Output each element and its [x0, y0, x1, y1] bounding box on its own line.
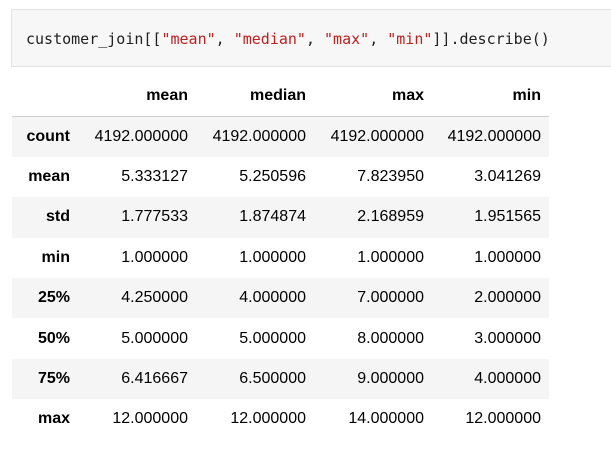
code-token-op: , [305, 30, 325, 48]
row-index-label: min [41, 248, 70, 266]
table-cell: 6.416667 [121, 369, 188, 387]
row-index-label: count [26, 127, 70, 145]
code-token-str: "min" [387, 30, 433, 48]
column-header: min [432, 76, 549, 117]
table-cell: 7.823950 [357, 167, 424, 185]
code-line: customer_join[["mean", "median", "max", … [26, 29, 550, 49]
table-cell: 12.000000 [465, 410, 541, 428]
table-cell: 1.000000 [474, 248, 541, 266]
table-cell: 1.000000 [357, 248, 424, 266]
table-cell: 1.874874 [239, 208, 306, 226]
table-cell: 8.000000 [357, 329, 424, 347]
code-cell[interactable]: customer_join[["mean", "median", "max", … [11, 9, 611, 67]
code-token-op: , [215, 30, 234, 48]
table-row: 50% 5.000000 5.000000 8.000000 3.000000 [12, 318, 549, 359]
table-cell: 9.000000 [357, 369, 424, 387]
code-token-op: , [369, 30, 388, 48]
table-row: std 1.777533 1.874874 2.168959 1.951565 [12, 197, 549, 238]
table-row: min 1.000000 1.000000 1.000000 1.000000 [12, 237, 549, 278]
table-cell: 5.000000 [239, 329, 306, 347]
code-token-str: "max" [324, 30, 370, 48]
table-row: 25% 4.250000 4.000000 7.000000 2.000000 [12, 277, 549, 319]
table-cell: 3.041269 [474, 167, 541, 185]
table-cell: 1.777533 [121, 208, 188, 226]
row-index-label: 50% [37, 329, 70, 347]
table-cell: 4192.000000 [447, 127, 541, 145]
row-index-label: 25% [37, 289, 70, 307]
table-cell: 4.000000 [474, 369, 541, 387]
column-header: max [314, 76, 432, 117]
table-cell: 5.000000 [121, 329, 188, 347]
row-index-label: max [37, 410, 70, 428]
table-cell: 12.000000 [112, 410, 188, 428]
table-row: count 4192.000000 4192.000000 4192.000000 41… [12, 116, 549, 157]
table-row: max 12.000000 12.000000 14.000000 12.000000 [12, 399, 549, 440]
table-cell: 4.000000 [239, 289, 306, 307]
table-cell: 4.250000 [121, 289, 188, 307]
index-header [12, 76, 78, 117]
code-token-str: "median" [233, 30, 306, 48]
table-cell: 7.000000 [357, 289, 424, 307]
dataframe-output: mean median max min count 4192.000000 4192… [12, 76, 549, 440]
table-cell: 1.000000 [121, 248, 188, 266]
table-cell: 5.250596 [239, 167, 306, 185]
code-token-name: customer_join[[ [26, 30, 162, 48]
table-cell: 14.000000 [348, 410, 424, 428]
header-row: mean median max min [12, 76, 549, 117]
table-cell: 6.500000 [239, 369, 306, 387]
column-header: mean [78, 76, 196, 117]
table-row: mean 5.333127 5.250596 7.823950 3.041269 [12, 156, 549, 198]
row-index-label: mean [28, 167, 70, 185]
row-index-label: std [46, 208, 70, 226]
table-cell: 4192.000000 [94, 127, 188, 145]
table-cell: 4192.000000 [212, 127, 306, 145]
row-index-label: 75% [37, 369, 70, 387]
table-cell: 12.000000 [230, 410, 306, 428]
table-cell: 3.000000 [474, 329, 541, 347]
table-cell: 4192.000000 [330, 127, 424, 145]
code-token-name: ]].describe() [432, 30, 550, 48]
column-header: median [196, 76, 314, 117]
table-cell: 1.951565 [474, 208, 541, 226]
code-token-str: "mean" [161, 30, 216, 48]
table-row: 75% 6.416667 6.500000 9.000000 4.000000 [12, 358, 549, 400]
table-cell: 5.333127 [121, 167, 188, 185]
table-cell: 2.168959 [357, 208, 424, 226]
table-cell: 1.000000 [239, 248, 306, 266]
table-cell: 2.000000 [474, 289, 541, 307]
